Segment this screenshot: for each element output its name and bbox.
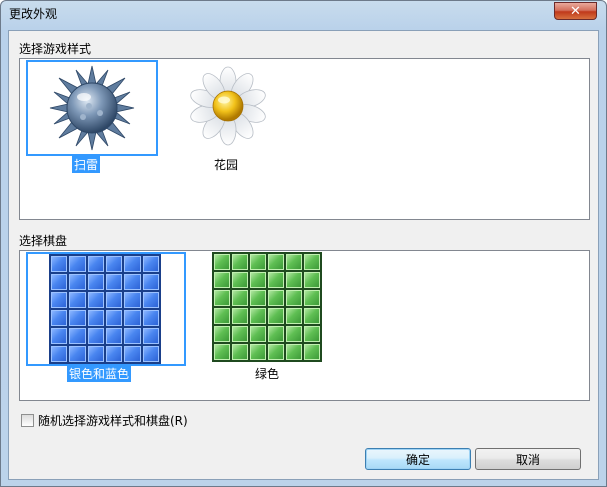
mine-icon [49, 65, 135, 151]
mine-thumbnail[interactable] [26, 60, 158, 156]
title-bar: 更改外观 ✕ [1, 1, 606, 23]
flower-thumbnail[interactable] [170, 60, 290, 156]
board-panel: 银色和蓝色 绿色 [19, 250, 590, 401]
cancel-button-label: 取消 [515, 452, 540, 467]
board-caption-green: 绿色 [255, 367, 280, 381]
blue-board-icon [49, 254, 161, 364]
green-board-thumbnail[interactable] [212, 252, 324, 366]
green-board-icon [212, 252, 322, 362]
random-option[interactable]: 随机选择游戏样式和棋盘(R) [21, 412, 188, 428]
board-item-green[interactable]: 绿色 [212, 252, 324, 381]
flower-icon [190, 66, 266, 146]
cancel-button[interactable]: 取消 [475, 448, 581, 470]
board-label: 选择棋盘 [19, 234, 68, 248]
blue-board-thumbnail[interactable] [26, 252, 186, 366]
random-checkbox-label: 随机选择游戏样式和棋盘(R) [38, 413, 188, 428]
game-style-item-mine[interactable]: 扫雷 [26, 60, 158, 173]
change-appearance-dialog: 更改外观 ✕ 选择游戏样式 扫雷 花园 选择棋盘 银色和蓝色 绿色 随机选择游戏… [0, 0, 607, 487]
board-item-blue[interactable]: 银色和蓝色 [26, 252, 186, 382]
window-title: 更改外观 [9, 7, 58, 21]
game-style-caption-flower: 花园 [214, 158, 239, 172]
game-style-caption-mine: 扫雷 [72, 156, 101, 173]
dialog-client-area: 选择游戏样式 扫雷 花园 选择棋盘 银色和蓝色 绿色 随机选择游戏样式和棋盘(R… [8, 30, 599, 480]
close-button[interactable]: ✕ [554, 2, 597, 20]
game-style-item-flower[interactable]: 花园 [170, 60, 290, 172]
ok-button[interactable]: 确定 [365, 448, 471, 470]
game-style-label: 选择游戏样式 [19, 42, 92, 56]
random-checkbox[interactable] [21, 413, 34, 427]
board-caption-blue: 银色和蓝色 [67, 365, 132, 382]
game-style-panel: 扫雷 花园 [19, 58, 590, 220]
close-icon: ✕ [570, 3, 581, 19]
ok-button-label: 确定 [405, 452, 430, 467]
